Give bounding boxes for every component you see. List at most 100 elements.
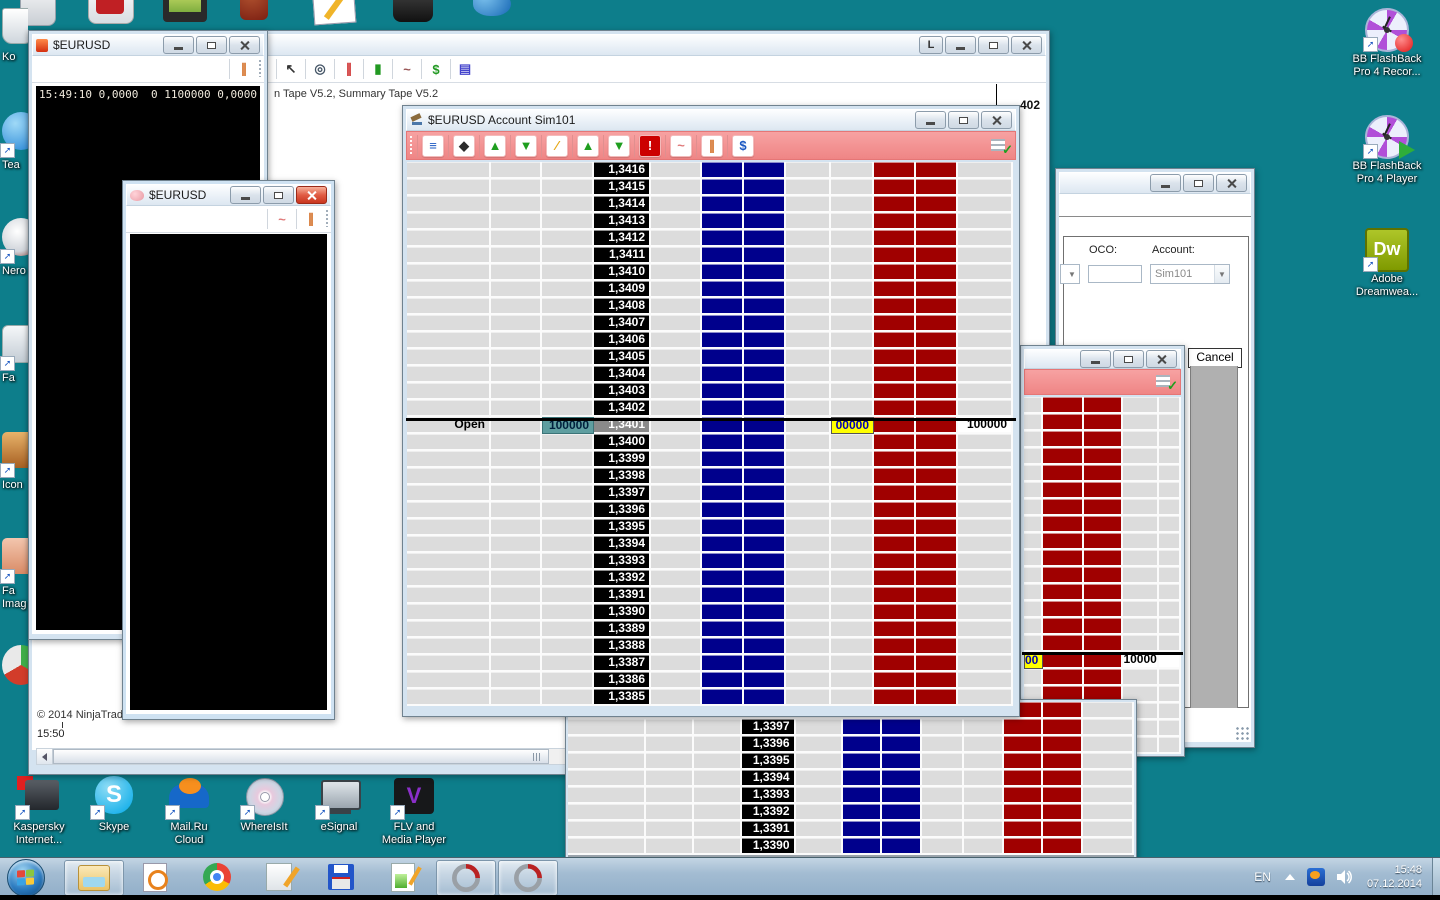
ladder-cell[interactable] [744,451,786,468]
ladder-cell[interactable] [1024,397,1043,414]
ladder-cell[interactable] [744,638,786,655]
ladder-cell[interactable] [694,787,743,804]
ladder-cell[interactable] [831,349,874,366]
ladder-cell[interactable]: 1,3400 [594,434,651,451]
ladder-cell[interactable] [1024,414,1043,431]
ladder-cell[interactable]: 1,3407 [594,315,651,332]
ladder-cell[interactable] [1159,567,1181,584]
candles-icon[interactable]: ▮ [368,59,388,79]
ladder-cell[interactable] [964,736,1004,753]
ladder-cell[interactable] [744,655,786,672]
ladder-cell[interactable] [786,638,831,655]
ladder-cell[interactable] [744,383,786,400]
ladder-cell[interactable] [542,672,594,689]
dom-right-window[interactable]: ✓ 00100000 [1020,345,1185,757]
ladder-cell[interactable] [1024,669,1043,686]
ladder-cell[interactable] [958,587,1013,604]
ladder-cell[interactable] [831,502,874,519]
ladder-cell[interactable] [407,264,491,281]
video-file-icon[interactable] [163,0,207,22]
ladder-cell[interactable] [694,804,743,821]
restore-button[interactable] [978,36,1009,54]
restore-button[interactable] [948,111,979,129]
ladder-cell[interactable] [874,315,916,332]
ladder-cell[interactable] [1043,601,1084,618]
ladder-cell[interactable] [874,281,916,298]
taskbar-explorer-button[interactable] [64,860,124,896]
close-button[interactable] [1011,36,1042,54]
ladder-cell[interactable] [786,298,831,315]
ladder-cell[interactable] [702,689,744,706]
ladder-cell[interactable] [916,485,958,502]
ladder-cell[interactable] [491,570,542,587]
ladder-cell[interactable] [786,519,831,536]
ladder-cell[interactable] [1024,601,1043,618]
ladder-cell[interactable] [651,621,702,638]
ladder-cell[interactable] [1084,431,1124,448]
show-desktop-button[interactable] [1432,858,1440,896]
ladder-cell[interactable] [542,196,594,213]
ladder-cell[interactable]: 1,3385 [594,689,651,706]
ladder-cell[interactable] [958,162,1013,179]
ladder-cell[interactable] [744,196,786,213]
ladder-cell[interactable] [646,804,694,821]
ladder-cell[interactable] [1004,770,1043,787]
left-combo-arrow[interactable]: ▼ [1060,264,1080,284]
ladder-cell[interactable] [568,719,646,736]
ladder-cell[interactable] [1043,431,1084,448]
ladder-cell[interactable] [651,230,702,247]
toolbar-grip[interactable] [409,135,413,156]
ladder-cell[interactable] [1084,482,1124,499]
ladder-cell[interactable] [1024,567,1043,584]
black-app-icon[interactable] [393,0,433,22]
ladder-cell[interactable] [542,638,594,655]
ladder-cell[interactable] [407,213,491,230]
ladder-cell[interactable]: 1,3412 [594,230,651,247]
ladder-cell[interactable] [1159,397,1181,414]
ladder-cell[interactable] [651,332,702,349]
ladder-cell[interactable] [786,468,831,485]
ladder-cell[interactable] [1004,821,1043,838]
dom-main-window[interactable]: $EURUSD Account Sim101 ≡◆▲▼∕▲▼!~∥$ ✓ 1,3… [402,105,1020,717]
ladder-cell[interactable] [831,485,874,502]
ladder-cell[interactable] [702,638,744,655]
ladder-cell[interactable] [407,247,491,264]
ladder-cell[interactable] [1083,702,1134,719]
ladder-cell[interactable] [958,264,1013,281]
ladder-cell[interactable] [786,536,831,553]
ladder-cell[interactable] [786,451,831,468]
ladder-cell[interactable] [916,332,958,349]
ladder-cell[interactable] [651,298,702,315]
ladder-cell[interactable] [568,804,646,821]
ladder-cell[interactable] [651,434,702,451]
desktop-icon-partial[interactable] [2,645,28,685]
ladder-cell[interactable]: 1,3388 [594,638,651,655]
ladder-cell[interactable] [407,434,491,451]
ladder-cell[interactable] [958,179,1013,196]
ladder-cell[interactable] [542,400,594,417]
ladder-cell[interactable] [542,366,594,383]
ladder-cell[interactable] [831,519,874,536]
ladder-cell[interactable] [831,230,874,247]
ladder-cell[interactable] [702,400,744,417]
zoom-icon[interactable]: ◎ [310,59,330,79]
ladder-cell[interactable]: 1,3415 [594,179,651,196]
ladder-cell[interactable] [958,519,1013,536]
ladder-cell[interactable] [786,315,831,332]
ladder-cell[interactable] [1024,635,1043,652]
ladder-cell[interactable] [744,366,786,383]
ladder-cell[interactable] [491,536,542,553]
ladder-cell[interactable] [916,604,958,621]
bird-icon[interactable]: ◆ [453,135,475,157]
ladder-cell[interactable] [874,332,916,349]
cancel-column-header[interactable]: Cancel [1188,348,1242,368]
ladder-cell[interactable] [1159,618,1181,635]
ladder-cell[interactable]: 1,3387 [594,655,651,672]
close-button[interactable] [1216,174,1247,192]
ladder-cell[interactable] [958,332,1013,349]
ladder-cell[interactable] [744,570,786,587]
ladder-cell[interactable] [1123,601,1158,618]
ladder-cell[interactable] [874,264,916,281]
ladder-cell[interactable] [1004,736,1043,753]
desktop-icon-nero[interactable]: ➚ Nero [2,218,28,278]
